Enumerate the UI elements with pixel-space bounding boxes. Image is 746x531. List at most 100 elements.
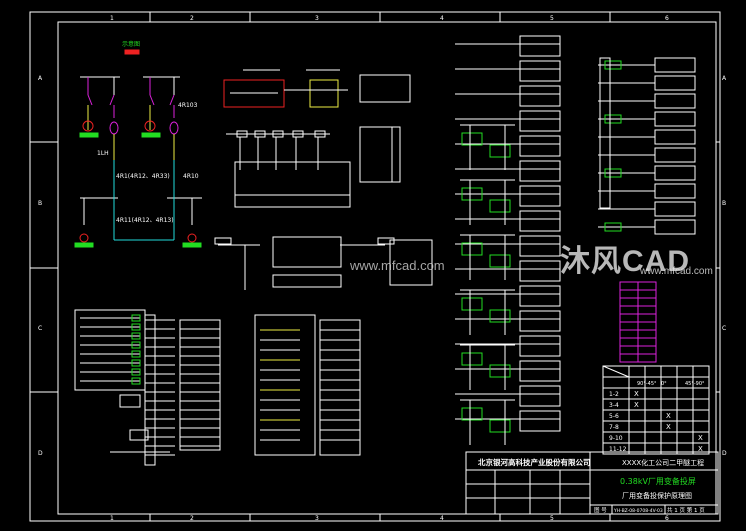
box xyxy=(519,35,561,57)
relay-contact xyxy=(489,364,511,378)
box xyxy=(519,335,561,357)
grid-row-label: A xyxy=(38,75,43,82)
table-mark: X xyxy=(634,390,639,398)
table-header: 90°-45° xyxy=(637,381,657,387)
grid-row-label: D xyxy=(38,450,43,457)
relay-contact xyxy=(461,407,483,421)
grid-column-label: 1 xyxy=(110,515,114,522)
relay-contact xyxy=(489,254,511,268)
grid-column-label: 4 xyxy=(440,515,444,522)
box xyxy=(519,360,561,382)
box xyxy=(519,235,561,257)
box xyxy=(272,274,342,288)
sheet-number: 共 1 页 第 1 页 xyxy=(667,506,705,514)
indicator-red xyxy=(124,49,140,55)
table-mark: X xyxy=(666,412,671,420)
label-4r11: 4R11(4R12、4R13) xyxy=(116,217,174,224)
box xyxy=(377,237,395,245)
relay-contact xyxy=(461,242,483,256)
wire xyxy=(87,94,93,106)
box xyxy=(654,165,696,181)
table-row-label: 7-8 xyxy=(609,424,619,431)
box xyxy=(519,60,561,82)
note-box xyxy=(359,74,411,103)
wire xyxy=(109,94,115,106)
table-diagonal xyxy=(602,365,630,378)
grid-column-label: 6 xyxy=(665,15,669,22)
table-mark: X xyxy=(698,434,703,442)
table-row-label: 3-4 xyxy=(609,402,619,409)
wire xyxy=(169,94,175,106)
table-mark: X xyxy=(634,401,639,409)
box xyxy=(519,385,561,407)
relay-contact xyxy=(461,132,483,146)
grid-column-label: 2 xyxy=(190,15,194,22)
drawing-number: YH-BZ-08-0708-4V-03 xyxy=(613,508,663,514)
indicator-green xyxy=(141,132,161,138)
table-row-label: 5-6 xyxy=(609,413,619,420)
table-row-label: 1-2 xyxy=(609,391,619,398)
relay-contact xyxy=(461,352,483,366)
box xyxy=(654,93,696,109)
grid-column-label: 1 xyxy=(110,15,114,22)
grid-row-label: C xyxy=(722,325,726,332)
grid-column-label: 2 xyxy=(190,515,194,522)
box xyxy=(519,135,561,157)
box xyxy=(654,75,696,91)
relay-contact xyxy=(461,297,483,311)
wire xyxy=(149,94,155,106)
box xyxy=(654,129,696,145)
drawing-no-label: 图 号 xyxy=(594,506,607,514)
grid-row-label: B xyxy=(38,200,42,207)
table-row-label: 9-10 xyxy=(609,435,623,442)
company-name: 北京银河高科技产业股份有限公司 xyxy=(478,457,591,467)
watermark-url: www.mfcad.com xyxy=(350,258,445,273)
box xyxy=(519,260,561,282)
grid-column-label: 5 xyxy=(550,15,554,22)
table-header: 0° xyxy=(661,381,667,387)
grid-column-label: 5 xyxy=(550,515,554,522)
box xyxy=(272,236,342,268)
relay-contact xyxy=(489,419,511,433)
project-name: XXXX化工公司二甲醚工程 xyxy=(622,458,704,467)
table-header: 45°-90° xyxy=(685,381,705,387)
box xyxy=(254,314,316,456)
grid-column-label: 3 xyxy=(315,515,319,522)
box xyxy=(359,126,401,183)
box xyxy=(519,410,561,432)
box xyxy=(119,394,141,408)
label-4r1: 4R1(4R12、4R33) xyxy=(116,173,170,180)
label-4r10: 4R10 xyxy=(183,173,199,180)
breaker-icon xyxy=(79,233,89,243)
watermark-logo-url: www.mfcad.com xyxy=(640,266,713,277)
box xyxy=(599,57,611,209)
switch-position-table: 90°-45° 0° 45°-90°1-2 X3-4 X5-6 X7-8 X9-10 X11-… xyxy=(602,365,710,455)
box xyxy=(519,210,561,232)
box xyxy=(519,85,561,107)
label-1lh: 1LH xyxy=(97,150,109,157)
box xyxy=(179,319,221,451)
relay-contact xyxy=(489,144,511,158)
breaker-icon xyxy=(187,233,197,243)
box xyxy=(519,310,561,332)
box xyxy=(519,185,561,207)
box xyxy=(519,285,561,307)
drawing-title: 0.38kV厂用变备投屏 xyxy=(620,476,696,486)
indicator-green xyxy=(79,132,99,138)
grid-column-label: 3 xyxy=(315,15,319,22)
box xyxy=(654,219,696,235)
grid-row-label: A xyxy=(722,75,727,82)
grid-row-label: D xyxy=(722,450,727,457)
contact-box xyxy=(309,79,339,108)
box xyxy=(654,201,696,217)
box xyxy=(234,161,351,208)
relay-contact xyxy=(489,199,511,213)
label-4r103: 4R103 xyxy=(178,102,198,109)
relay-contact xyxy=(489,309,511,323)
indicator-green xyxy=(182,242,202,248)
box xyxy=(519,160,561,182)
grid-row-label: C xyxy=(38,325,42,332)
box xyxy=(519,110,561,132)
box xyxy=(654,111,696,127)
transformer-icon xyxy=(169,121,179,135)
